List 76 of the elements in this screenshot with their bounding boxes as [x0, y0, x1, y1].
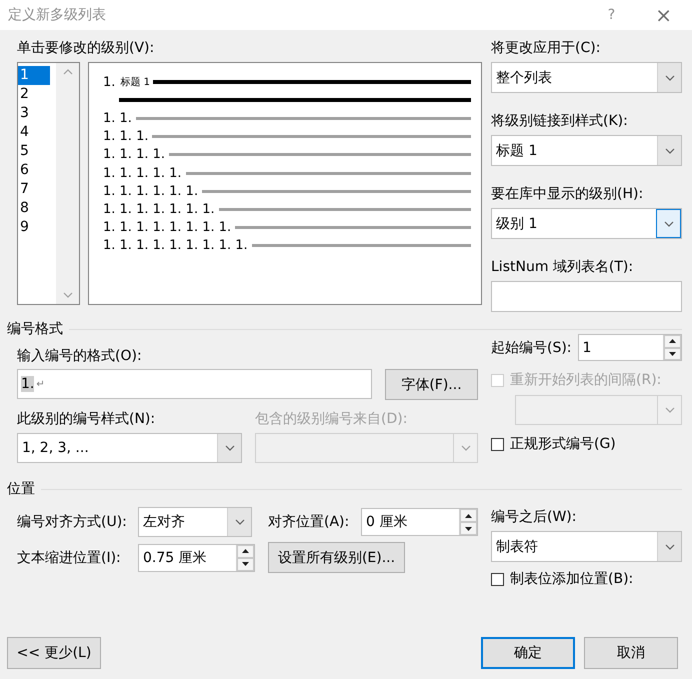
field-label: 文本缩进位置(I): — [17, 548, 122, 568]
list-number: 1. 1. 1. 1. 1. 1. 1. — [103, 202, 215, 217]
list-number: 1. 1. 1. 1. 1. 1. 1. 1. — [103, 220, 232, 236]
chevron-up-icon — [62, 69, 72, 75]
paragraph-mark: ↵ — [36, 378, 45, 390]
checkbox[interactable] — [491, 572, 504, 586]
heading-text: 标题 1 — [120, 76, 150, 90]
scrollbar[interactable] — [56, 63, 79, 304]
field-label: 起始编号(S): — [491, 338, 572, 358]
field-label: 此级别的编号样式(N): — [17, 410, 156, 429]
list-number: 1. 1. 1. 1. 1. — [103, 166, 182, 181]
list-number: 1. 1. — [103, 110, 132, 126]
level-item[interactable]: 1 — [18, 66, 50, 85]
checkbox-label: 重新开始列表的间隔(R): — [510, 371, 662, 389]
triangle-up-icon[interactable] — [669, 339, 676, 344]
level-item[interactable]: 4 — [18, 123, 50, 142]
level-list[interactable]: 1 2 3 4 5 6 7 8 9 — [17, 62, 80, 305]
section-title: 位置 — [7, 480, 35, 499]
dropdown[interactable]: 标题 1 — [491, 135, 682, 166]
input-field[interactable]: 1.↵ — [17, 369, 372, 399]
dropdown[interactable]: 制表符 — [491, 531, 682, 562]
chevron-down-icon — [234, 519, 244, 525]
field-label: 编号之后(W): — [491, 508, 578, 527]
set-all-levels-button[interactable]: 设置所有级别(E)... — [268, 542, 405, 573]
level-item[interactable]: 5 — [18, 142, 50, 161]
triangle-up-icon[interactable] — [242, 549, 249, 553]
cancel-button[interactable]: 取消 — [584, 637, 678, 669]
spin-box[interactable]: 0 厘米 — [361, 508, 478, 536]
field-label: 将更改应用于(C): — [491, 39, 602, 58]
triangle-down-icon[interactable] — [465, 526, 472, 530]
section-title: 编号格式 — [7, 320, 63, 339]
field-label: 要在库中显示的级别(H): — [491, 185, 644, 204]
checkbox[interactable] — [491, 438, 504, 450]
level-item[interactable]: 9 — [18, 218, 50, 237]
level-item[interactable]: 6 — [18, 161, 50, 180]
close-button[interactable]: × — [655, 3, 672, 27]
chevron-down-icon — [460, 445, 470, 451]
list-number: 1. 1. 1. 1. — [103, 147, 166, 162]
checkbox-label: 制表位添加位置(B): — [510, 570, 634, 588]
spin-box[interactable]: 1 — [578, 334, 682, 361]
field-label: 包含的级别编号来自(D): — [255, 410, 408, 429]
ok-button[interactable]: 确定 — [481, 637, 575, 669]
triangle-up-icon[interactable] — [465, 514, 472, 518]
checkbox-label: 正规形式编号(G) — [510, 435, 616, 453]
chevron-down-icon — [664, 407, 674, 413]
triangle-down-icon[interactable] — [669, 352, 676, 356]
field-label: 将级别链接到样式(K): — [491, 112, 629, 131]
list-number: 1. — [103, 74, 116, 90]
list-number: 1. 1. 1. — [103, 129, 148, 144]
chevron-down-icon — [664, 74, 674, 80]
level-item[interactable]: 2 — [18, 85, 50, 104]
level-item[interactable]: 8 — [18, 199, 50, 218]
field-label: 编号对齐方式(U): — [17, 513, 128, 532]
level-item[interactable]: 7 — [18, 180, 50, 199]
font-button[interactable]: 字体(F)... — [385, 369, 478, 400]
field-label: 单击要修改的级别(V): — [17, 39, 156, 58]
dropdown[interactable]: 级别 1 — [491, 208, 682, 239]
dialog-title: 定义新多级列表 — [8, 6, 107, 24]
level-item[interactable]: 3 — [18, 104, 50, 123]
less-button[interactable]: << 更少(L) — [7, 637, 101, 669]
input-field[interactable] — [491, 281, 682, 312]
chevron-down-icon — [664, 148, 674, 154]
dropdown[interactable]: 1, 2, 3, ... — [17, 433, 242, 463]
list-number: 1. 1. 1. 1. 1. 1. 1. 1. 1. — [103, 238, 248, 254]
field-label: 对齐位置(A): — [268, 513, 350, 532]
field-label: 输入编号的格式(O): — [17, 347, 143, 366]
chevron-down-icon — [62, 292, 72, 298]
dropdown[interactable]: 整个列表 — [491, 62, 682, 93]
chevron-down-icon — [224, 445, 234, 451]
spin-box[interactable]: 0.75 厘米 — [138, 544, 255, 572]
chevron-down-icon — [664, 220, 674, 226]
list-number: 1. 1. 1. 1. 1. 1. — [103, 184, 198, 199]
dropdown[interactable]: 左对齐 — [138, 507, 252, 537]
triangle-down-icon[interactable] — [242, 562, 249, 566]
field-label: ListNum 域列表名(T): — [491, 258, 634, 277]
chevron-down-icon — [664, 544, 674, 550]
